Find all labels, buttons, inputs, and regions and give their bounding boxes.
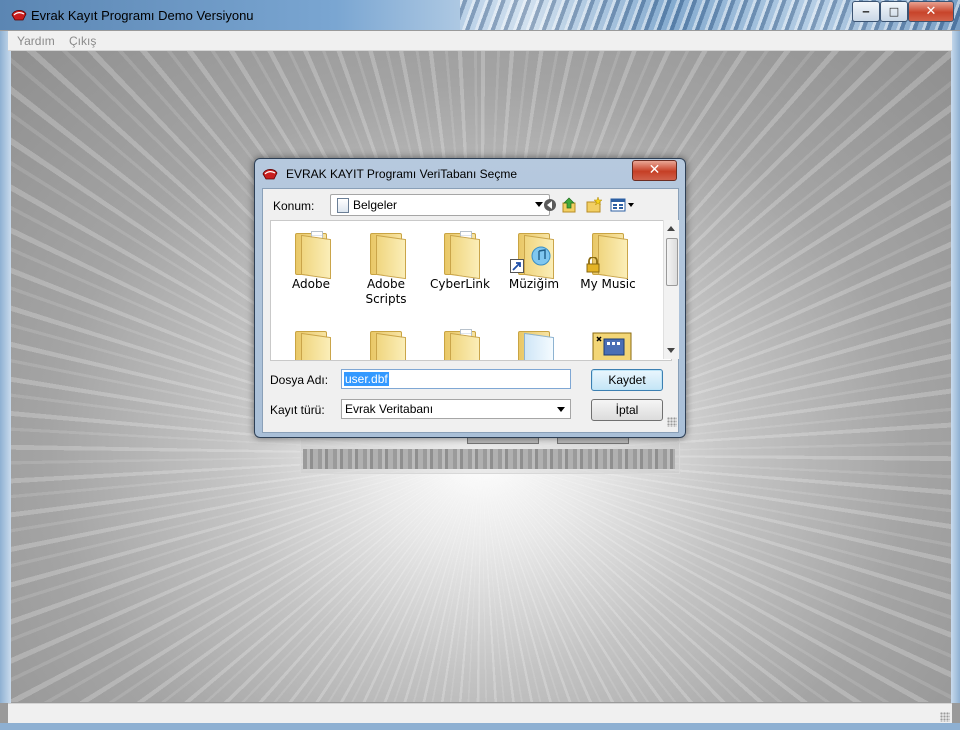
scroll-up-icon[interactable] (667, 226, 675, 231)
item-label: Adobe Scripts (365, 277, 407, 306)
location-dropdown[interactable]: Belgeler (330, 194, 550, 216)
location-value: Belgeler (353, 198, 398, 212)
resize-grip[interactable] (940, 712, 950, 722)
minimize-button[interactable]: ‒ (852, 1, 880, 22)
filetype-value: Evrak Veritabanı (345, 402, 434, 416)
save-dialog: EVRAK KAYIT Programı VeriTabanı Seçme ✕ … (254, 158, 686, 438)
window-right-border (951, 31, 960, 703)
app-title-bar[interactable]: Evrak Kayıt Programı Demo Versiyonu ‒ □ … (0, 0, 960, 30)
dialog-title: EVRAK KAYIT Programı VeriTabanı Seçme (286, 167, 517, 181)
filename-input[interactable]: user.dbf (341, 369, 571, 389)
chevron-down-icon (557, 407, 565, 412)
folder-icon (436, 227, 484, 280)
save-button[interactable]: Kaydet (591, 369, 663, 391)
status-bar (8, 703, 952, 724)
dialog-body: Konum: Belgeler Adobe Adobe Scripts Cybe… (262, 188, 679, 433)
app-logo-icon (11, 9, 27, 21)
list-item[interactable] (425, 325, 495, 360)
new-folder-icon[interactable] (586, 197, 602, 213)
cancel-button[interactable]: İptal (591, 399, 663, 421)
list-item[interactable]: Adobe Scripts (351, 227, 421, 307)
file-list-scrollbar[interactable] (663, 220, 679, 359)
folder-icon (362, 325, 410, 360)
list-item[interactable]: My Music (573, 227, 643, 292)
list-item[interactable] (499, 325, 569, 360)
folder-image-icon (510, 325, 558, 360)
list-item[interactable] (573, 325, 643, 360)
item-label: My Music (580, 277, 636, 291)
view-menu-icon[interactable] (610, 197, 636, 213)
filename-value: user.dbf (344, 372, 389, 386)
list-item[interactable]: Müziğim (499, 227, 569, 292)
folder-icon (287, 227, 335, 280)
location-label: Konum: (273, 199, 315, 213)
back-icon[interactable] (542, 197, 558, 213)
up-folder-icon[interactable] (561, 197, 577, 213)
window-left-border (0, 31, 11, 703)
folder-icon (362, 227, 410, 280)
app-title: Evrak Kayıt Programı Demo Versiyonu (31, 8, 254, 23)
dialog-logo-icon (262, 168, 278, 180)
app-folder-icon (584, 325, 632, 360)
item-label: Adobe (292, 277, 330, 291)
filename-label: Dosya Adı: (270, 373, 329, 387)
maximize-button[interactable]: □ (880, 1, 908, 22)
background-noise-strip (303, 449, 675, 469)
dialog-resize-grip[interactable] (667, 417, 677, 427)
filetype-select[interactable]: Evrak Veritabanı (341, 399, 571, 419)
close-button[interactable]: ✕ (908, 1, 954, 22)
scroll-down-icon[interactable] (667, 348, 675, 353)
list-item[interactable] (276, 325, 346, 360)
folder-document-icon (436, 325, 484, 360)
file-list[interactable]: Adobe Adobe Scripts CyberLink Müziğim My… (270, 220, 672, 361)
list-item[interactable]: CyberLink (425, 227, 495, 292)
list-item[interactable] (351, 325, 421, 360)
dialog-close-button[interactable]: ✕ (632, 160, 677, 181)
list-item[interactable]: Adobe (276, 227, 346, 292)
music-folder-shortcut-icon (510, 227, 558, 280)
menu-bar: Yardım Çıkış (8, 31, 952, 51)
folder-icon (287, 325, 335, 360)
item-label: CyberLink (430, 277, 490, 291)
window-bottom-border (0, 723, 960, 730)
menu-item-cikis[interactable]: Çıkış (69, 34, 96, 48)
scroll-thumb[interactable] (666, 238, 678, 286)
documents-icon (337, 198, 349, 213)
item-label: Müziğim (508, 277, 560, 291)
menu-item-yardim[interactable]: Yardım (17, 34, 55, 48)
locked-folder-icon (584, 227, 632, 280)
filetype-label: Kayıt türü: (270, 403, 325, 417)
